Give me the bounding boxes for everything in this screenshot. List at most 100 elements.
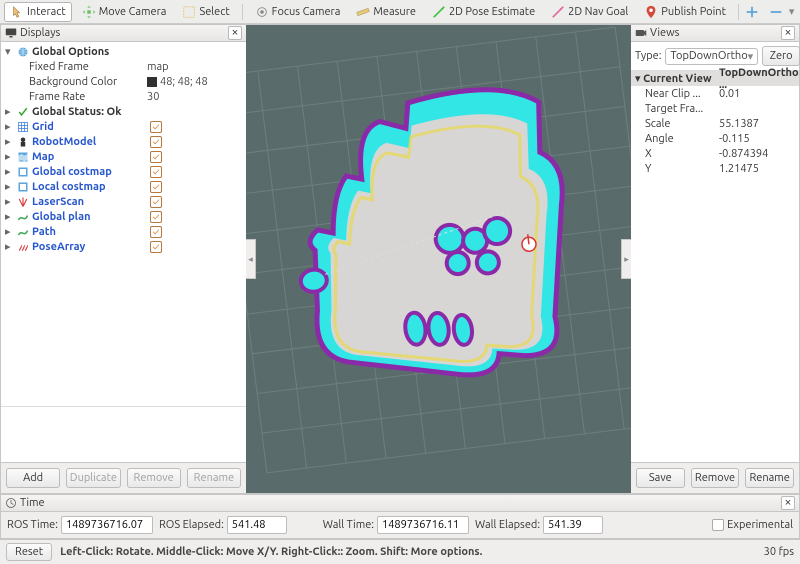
visibility-checkbox[interactable] [150, 241, 162, 253]
displays-tree[interactable]: ▾ Global Options Fixed Frame map Backgro… [1, 42, 246, 406]
expand-icon[interactable]: ▸ [5, 165, 14, 178]
visibility-checkbox[interactable] [150, 151, 162, 163]
tree-row-grid[interactable]: ▸Grid [3, 119, 244, 134]
expand-icon[interactable]: ▸ [5, 210, 14, 223]
chevron-down-icon: ▾ [748, 50, 754, 63]
experimental-checkbox[interactable] [712, 519, 724, 531]
tree-row-fixed-frame[interactable]: Fixed Frame map [3, 59, 244, 74]
focus-camera-tool[interactable]: Focus Camera [249, 2, 347, 22]
laserscan-icon [17, 196, 29, 208]
view-type-select[interactable]: TopDownOrtho ▾ [665, 48, 758, 65]
check-icon [17, 106, 29, 118]
expand-icon[interactable]: ▸ [5, 150, 14, 163]
posearray-icon [17, 241, 29, 253]
tree-row-global-status[interactable]: ▸ Global Status: Ok [3, 104, 244, 119]
tree-row-global-plan[interactable]: ▸Global plan [3, 209, 244, 224]
panel-expand-left[interactable]: ◂ [246, 239, 256, 279]
visibility-checkbox[interactable] [150, 181, 162, 193]
reset-button[interactable]: Reset [6, 543, 52, 561]
prop-row[interactable]: Target Fra... [631, 101, 799, 116]
visibility-checkbox[interactable] [150, 196, 162, 208]
prop-row[interactable]: Y1.21475 [631, 161, 799, 176]
views-properties[interactable]: ▾ Current View TopDownOrtho ... Near Cli… [631, 71, 799, 176]
tree-row-bg-color[interactable]: Background Color 48; 48; 48 [3, 74, 244, 89]
prop-row[interactable]: Angle-0.115 [631, 131, 799, 146]
global-status-label: Global Status: Ok [32, 106, 147, 118]
remove-button[interactable]: Remove [691, 468, 740, 488]
visibility-checkbox[interactable] [150, 226, 162, 238]
minus-icon[interactable] [769, 5, 783, 19]
plus-icon[interactable] [745, 5, 759, 19]
path-icon [17, 226, 29, 238]
tree-row-path[interactable]: ▸ Path [3, 224, 244, 239]
visibility-checkbox[interactable] [150, 121, 162, 133]
expand-icon[interactable]: ▸ [5, 240, 14, 253]
tree-row-local-costmap[interactable]: ▸ Local costmap [3, 179, 244, 194]
main-area: Displays × ▾ Global Options Fixed Frame … [0, 24, 800, 494]
expand-icon[interactable]: ▸ [5, 225, 14, 238]
interact-tool[interactable]: Interact [4, 2, 72, 22]
toolbar-separator [738, 4, 739, 20]
displays-title-bar: Displays × [1, 25, 246, 42]
visibility-checkbox[interactable] [150, 136, 162, 148]
expand-icon[interactable]: ▸ [5, 180, 14, 193]
ros-elapsed-label: ROS Elapsed: [159, 519, 224, 531]
tree-row-posearray[interactable]: ▸PoseArray [3, 239, 244, 254]
display-item-label: Path [32, 226, 147, 238]
close-icon[interactable]: × [228, 26, 242, 40]
prop-row[interactable]: Scale55.1387 [631, 116, 799, 131]
ros-elapsed-input[interactable] [227, 516, 287, 534]
tree-row-laserscan[interactable]: ▸LaserScan [3, 194, 244, 209]
expand-icon[interactable]: ▸ [5, 135, 14, 148]
expand-icon[interactable]: ▾ [5, 45, 14, 58]
visibility-checkbox[interactable] [150, 166, 162, 178]
pose-estimate-tool[interactable]: 2D Pose Estimate [426, 2, 541, 22]
remove-button[interactable]: Remove [127, 468, 181, 488]
map-visualization [246, 25, 631, 485]
prop-row[interactable]: X-0.874394 [631, 146, 799, 161]
current-view-row[interactable]: ▾ Current View TopDownOrtho ... [631, 71, 799, 86]
prop-value: 55.1387 [719, 118, 799, 130]
rename-button[interactable]: Rename [745, 468, 794, 488]
close-icon[interactable]: × [781, 26, 795, 40]
focus-camera-icon [255, 5, 269, 19]
save-button[interactable]: Save [636, 468, 685, 488]
move-camera-tool[interactable]: Move Camera [76, 2, 173, 22]
close-icon[interactable]: × [781, 496, 795, 510]
display-item-label: Local costmap [32, 181, 147, 193]
panel-expand-right[interactable]: ▸ [621, 239, 631, 279]
tree-row-frame-rate[interactable]: Frame Rate 30 [3, 89, 244, 104]
add-button[interactable]: Add [6, 468, 60, 488]
prop-key: Angle [631, 133, 719, 145]
views-button-row: Save Remove Rename [631, 462, 799, 493]
expand-icon[interactable]: ▸ [5, 195, 14, 208]
visibility-checkbox[interactable] [150, 211, 162, 223]
ros-time-input[interactable] [61, 516, 153, 534]
tree-row-global-options[interactable]: ▾ Global Options [3, 44, 244, 59]
duplicate-button[interactable]: Duplicate [66, 468, 120, 488]
expand-icon[interactable]: ▸ [5, 120, 14, 133]
tree-row-map[interactable]: ▸Map [3, 149, 244, 164]
measure-tool[interactable]: Measure [350, 2, 422, 22]
expand-icon[interactable]: ▸ [5, 105, 14, 118]
prop-key: Y [631, 163, 719, 175]
viewport-3d[interactable]: ◂ ▸ [246, 24, 631, 494]
status-bar: Reset Left-Click: Rotate. Middle-Click: … [0, 539, 800, 564]
wall-time-input[interactable] [377, 516, 469, 534]
wall-elapsed-label: Wall Elapsed: [475, 519, 540, 531]
wall-elapsed-input[interactable] [543, 516, 603, 534]
robotmodel-icon [17, 136, 29, 148]
prop-key: Scale [631, 118, 719, 130]
time-title-bar: Time × [1, 495, 799, 512]
nav-goal-tool[interactable]: 2D Nav Goal [545, 2, 634, 22]
tree-row-global-costmap[interactable]: ▸Global costmap [3, 164, 244, 179]
tree-row-robotmodel[interactable]: ▸RobotModel [3, 134, 244, 149]
prop-row[interactable]: Near Clip ...0.01 [631, 86, 799, 101]
rename-button[interactable]: Rename [187, 468, 241, 488]
chevron-down-icon[interactable]: ▾ [789, 5, 795, 18]
select-icon [182, 5, 196, 19]
select-tool[interactable]: Select [176, 2, 235, 22]
zero-button[interactable]: Zero [762, 46, 800, 66]
frame-rate-val: 30 [147, 91, 159, 103]
publish-point-tool[interactable]: Publish Point [638, 2, 732, 22]
